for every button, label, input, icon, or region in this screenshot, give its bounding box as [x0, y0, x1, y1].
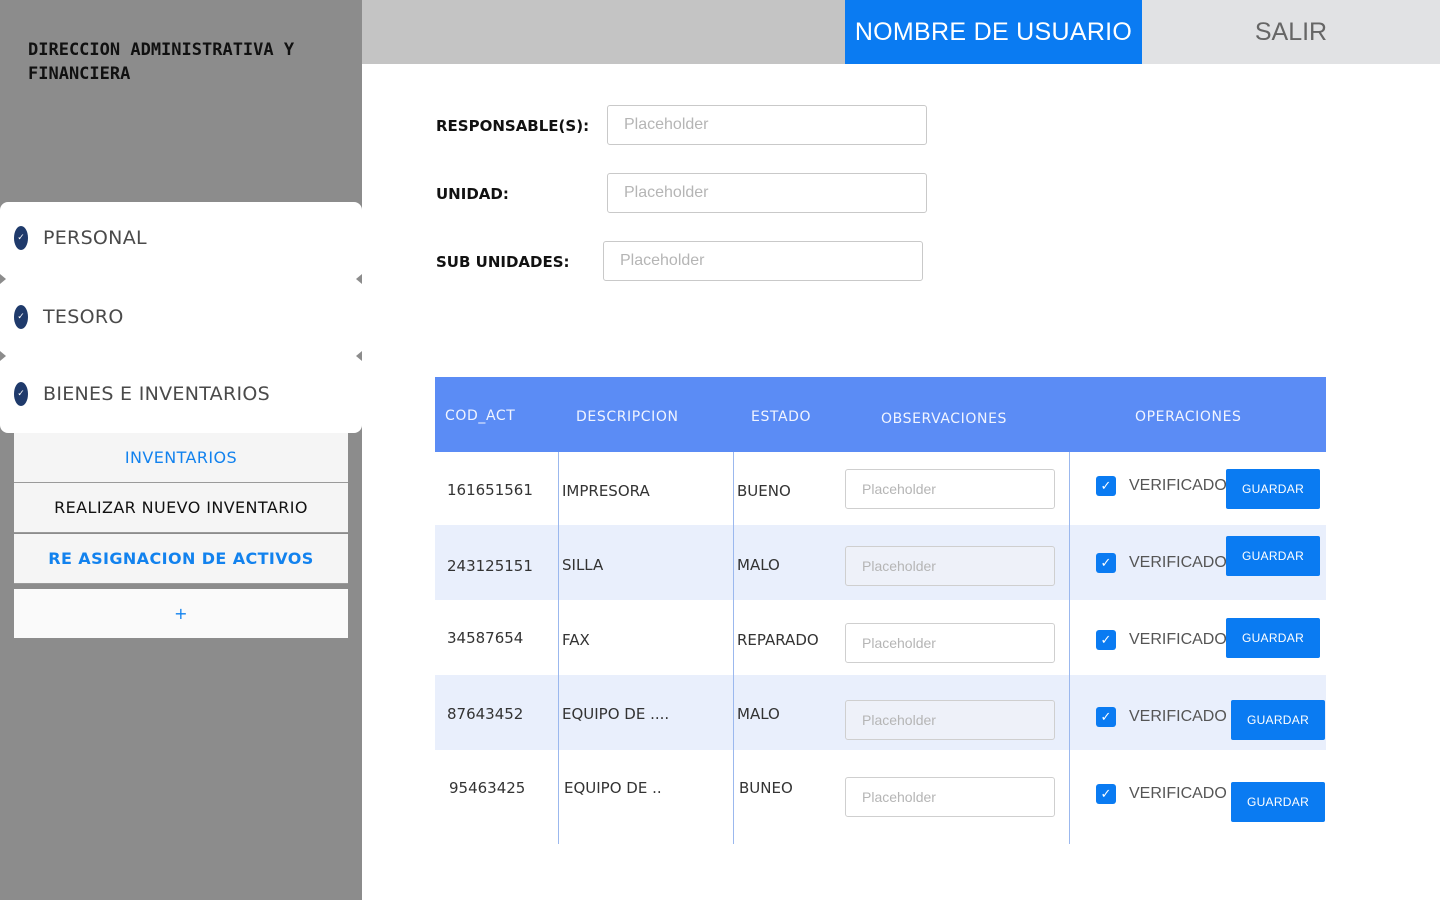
cell-cod: 243125151 [447, 557, 533, 575]
subunidades-input[interactable] [603, 241, 923, 281]
cell-estado: MALO [737, 705, 780, 723]
logout-button[interactable]: SALIR [1142, 0, 1440, 64]
guardar-button[interactable]: GUARDAR [1226, 536, 1320, 576]
submenu-inventarios[interactable]: INVENTARIOS [14, 433, 348, 483]
column-divider [1069, 452, 1070, 844]
header-operaciones: OPERACIONES [1135, 409, 1242, 425]
observaciones-input[interactable] [845, 469, 1055, 509]
submenu-reasignacion-activos[interactable]: RE ASIGNACION DE ACTIVOS [14, 534, 348, 584]
header-observaciones: OBSERVACIONES [881, 411, 1008, 427]
unidad-input[interactable] [607, 173, 927, 213]
brand-title: DIRECCION ADMINISTRATIVA Y FINANCIERA [28, 40, 295, 84]
cell-descripcion: EQUIPO DE .... [562, 705, 670, 723]
verified-checkbox[interactable]: ✓ [1096, 553, 1116, 573]
sidebar-item-tesoro[interactable]: ✓ TESORO [14, 305, 124, 329]
cell-cod: 87643452 [447, 705, 524, 723]
submenu-nuevo-inventario[interactable]: REALIZAR NUEVO INVENTARIO [14, 483, 348, 533]
verified-label: VERIFICADO [1129, 785, 1227, 802]
verified-checkbox[interactable]: ✓ [1096, 707, 1116, 727]
cell-estado: REPARADO [737, 631, 819, 649]
verified-checkbox[interactable]: ✓ [1096, 630, 1116, 650]
subunidades-label: SUB UNIDADES: [436, 253, 570, 271]
divider-notch [356, 351, 362, 361]
table-header: COD_ACT DESCRIPCION ESTADO OBSERVACIONES… [435, 377, 1326, 452]
cell-cod: 161651561 [447, 481, 533, 499]
sidebar-item-label: PERSONAL [43, 227, 147, 249]
sidebar-item-personal[interactable]: ✓ PERSONAL [14, 226, 147, 250]
observaciones-input[interactable] [845, 623, 1055, 663]
add-submenu-button[interactable]: + [14, 589, 348, 638]
cell-estado: BUNEO [739, 779, 793, 797]
verified-checkbox[interactable]: ✓ [1096, 476, 1116, 496]
verified-label: VERIFICADO [1129, 708, 1227, 725]
sidebar-item-label: BIENES E INVENTARIOS [43, 383, 270, 405]
responsables-label: RESPONSABLE(S): [436, 117, 590, 135]
cell-estado: MALO [737, 556, 780, 574]
check-circle-icon: ✓ [14, 305, 28, 329]
observaciones-input[interactable] [845, 777, 1055, 817]
responsables-input[interactable] [607, 105, 927, 145]
verified-checkbox[interactable]: ✓ [1096, 784, 1116, 804]
cell-cod: 34587654 [447, 629, 524, 647]
unidad-label: UNIDAD: [436, 185, 509, 203]
divider-notch [0, 274, 6, 284]
observaciones-input[interactable] [845, 700, 1055, 740]
observaciones-input[interactable] [845, 546, 1055, 586]
check-circle-icon: ✓ [14, 226, 28, 250]
header-descripcion: DESCRIPCION [576, 409, 679, 425]
cell-estado: BUENO [737, 482, 791, 500]
column-divider [733, 452, 734, 844]
cell-descripcion: SILLA [562, 556, 604, 574]
username-button[interactable]: NOMBRE DE USUARIO [845, 0, 1142, 64]
divider-notch [0, 351, 6, 361]
guardar-button[interactable]: GUARDAR [1231, 700, 1325, 740]
cell-descripcion: EQUIPO DE .. [564, 779, 662, 797]
sidebar-menu: ✓ PERSONAL ✓ TESORO ✓ BIENES E INVENTARI… [0, 202, 362, 433]
guardar-button[interactable]: GUARDAR [1226, 618, 1320, 658]
check-circle-icon: ✓ [14, 382, 28, 406]
divider-notch [356, 274, 362, 284]
column-divider [558, 452, 559, 844]
verified-label: VERIFICADO [1129, 631, 1227, 648]
cell-cod: 95463425 [449, 779, 526, 797]
header-cod-act: COD_ACT [445, 408, 516, 424]
cell-descripcion: IMPRESORA [562, 482, 650, 500]
sidebar-item-label: TESORO [43, 306, 124, 328]
guardar-button[interactable]: GUARDAR [1231, 782, 1325, 822]
guardar-button[interactable]: GUARDAR [1226, 469, 1320, 509]
header-estado: ESTADO [751, 409, 812, 425]
cell-descripcion: FAX [562, 631, 590, 649]
verified-label: VERIFICADO [1129, 554, 1227, 571]
sidebar-item-bienes-inventarios[interactable]: ✓ BIENES E INVENTARIOS [14, 382, 270, 406]
sidebar: DIRECCION ADMINISTRATIVA Y FINANCIERA ✓ … [0, 0, 362, 900]
verified-label: VERIFICADO [1129, 477, 1227, 494]
